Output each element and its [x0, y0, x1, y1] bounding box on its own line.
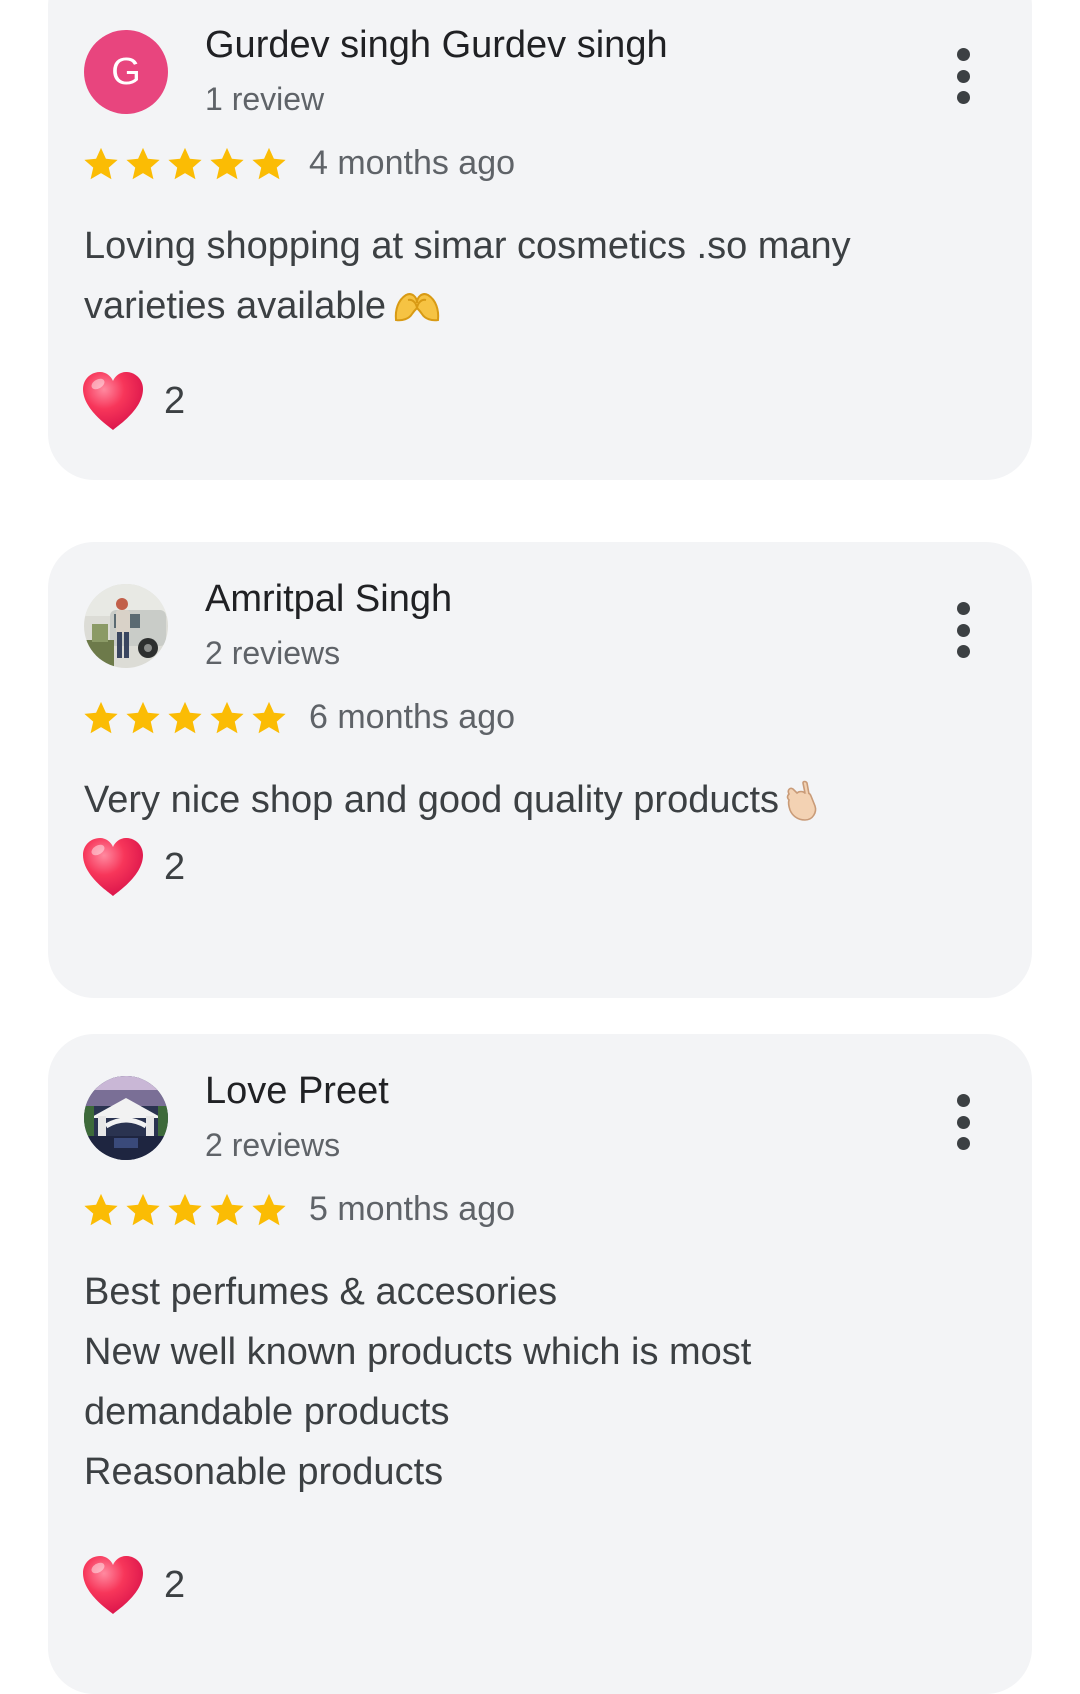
avatar[interactable]	[84, 584, 168, 668]
star-icon	[250, 1191, 288, 1229]
reviewer-name[interactable]: Gurdev singh Gurdev singh	[205, 24, 668, 67]
review-time: 5 months ago	[309, 1190, 516, 1228]
star-icon	[166, 145, 204, 183]
star-icon	[208, 699, 246, 737]
like-button[interactable]: 2	[80, 836, 185, 898]
review-text-line: Best perfumes & accesories	[84, 1271, 558, 1313]
review-text-line: varieties available	[84, 276, 984, 336]
more-options-icon[interactable]	[948, 1092, 978, 1152]
like-button[interactable]: 2	[80, 1554, 185, 1616]
avatar-letter: G	[111, 50, 141, 93]
reviewer-review-count: 2 reviews	[205, 635, 341, 671]
star-icon	[250, 699, 288, 737]
reviewer-review-count: 1 review	[205, 81, 325, 117]
review-text: Loving shopping at simar cosmetics .so m…	[84, 216, 984, 336]
star-icon	[208, 145, 246, 183]
star-rating	[82, 699, 288, 737]
avatar[interactable]	[84, 1076, 168, 1160]
review-text-line: Very nice shop and good quality products	[84, 770, 984, 830]
star-rating	[82, 145, 288, 183]
rating-row: 6 months ago	[82, 698, 515, 737]
like-button[interactable]: 2	[80, 370, 185, 432]
rating-row: 4 months ago	[82, 144, 515, 183]
heart-icon	[80, 836, 146, 898]
review-text-line: Reasonable products	[84, 1451, 444, 1493]
like-count: 2	[164, 1563, 186, 1606]
avatar-photo	[84, 1076, 168, 1160]
heart-icon	[80, 370, 146, 432]
avatar[interactable]: G	[84, 30, 168, 114]
review-card: G Gurdev singh Gurdev singh 1 review 4 m…	[48, 0, 1032, 480]
review-time: 6 months ago	[309, 698, 516, 736]
more-options-icon[interactable]	[948, 600, 978, 660]
review-time: 4 months ago	[309, 144, 516, 182]
star-icon	[166, 699, 204, 737]
reviewer-name[interactable]: Amritpal Singh	[205, 578, 452, 621]
review-text: Best perfumes & accesories New well know…	[84, 1262, 984, 1502]
rating-row: 5 months ago	[82, 1190, 515, 1229]
call-me-hand-icon	[786, 780, 817, 821]
review-card: Love Preet 2 reviews 5 months ago Best p…	[48, 1034, 1032, 1694]
star-icon	[124, 145, 162, 183]
reviewer-name[interactable]: Love Preet	[205, 1070, 389, 1113]
review-text-line: demandable products	[84, 1391, 450, 1433]
star-icon	[124, 1191, 162, 1229]
heart-icon	[80, 1554, 146, 1616]
star-icon	[124, 699, 162, 737]
review-text: Very nice shop and good quality products	[84, 770, 984, 830]
star-icon	[82, 145, 120, 183]
star-icon	[208, 1191, 246, 1229]
like-count: 2	[164, 845, 186, 888]
review-card: Amritpal Singh 2 reviews 6 months ago Ve…	[48, 542, 1032, 998]
star-icon	[166, 1191, 204, 1229]
star-icon	[82, 699, 120, 737]
like-count: 2	[164, 379, 186, 422]
avatar-photo	[84, 584, 168, 668]
review-text-line: Loving shopping at simar cosmetics .so m…	[84, 225, 851, 267]
star-icon	[250, 145, 288, 183]
reviewer-review-count: 2 reviews	[205, 1127, 341, 1163]
star-icon	[82, 1191, 120, 1229]
more-options-icon[interactable]	[948, 46, 978, 106]
heart-hands-icon	[394, 293, 440, 322]
star-rating	[82, 1191, 288, 1229]
review-text-line: New well known products which is most	[84, 1331, 752, 1373]
